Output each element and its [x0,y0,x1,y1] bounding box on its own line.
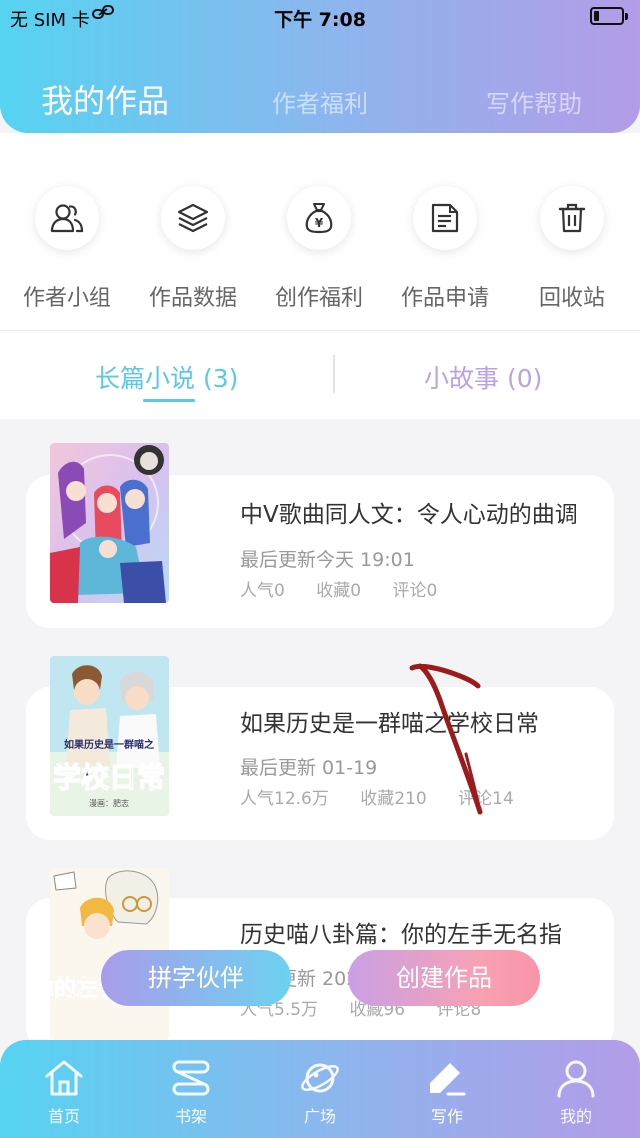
quick-label: 作品申请 [400,286,489,311]
writing-partner-button[interactable]: 拼字伙伴 [101,950,291,1006]
work-update-time: 最后更新今天 19:01 [240,549,415,571]
app-header: 无 SIM 卡 下午 7:08 我的作品 作者福利 写作帮助 [0,0,640,133]
active-tab-indicator [143,399,195,402]
stat-favorites: 收藏210 [360,789,427,809]
quick-work-apply[interactable]: 作品申请 [382,186,508,312]
bookshelf-icon [170,1058,212,1098]
tab-short-stories[interactable]: 小故事 (0) [424,359,542,395]
status-bar: 无 SIM 卡 下午 7:08 [0,0,640,34]
nav-label: 书架 [174,1107,207,1126]
layers-icon [161,186,225,250]
quick-author-group[interactable]: 作者小组 [4,186,130,312]
quick-actions-panel: 作者小组 作品数据 ¥ 创作福利 作品申请 回收站 [0,133,640,331]
nav-plaza[interactable]: 广场 [280,1058,360,1127]
quick-label: 作者小组 [22,286,111,311]
nav-write[interactable]: 写作 [407,1058,487,1127]
nav-home[interactable]: 首页 [24,1058,104,1127]
stat-comments: 评论0 [392,581,438,601]
quick-work-data[interactable]: 作品数据 [130,186,256,312]
create-work-button[interactable]: 创建作品 [348,950,540,1006]
user-icon [555,1058,597,1098]
people-icon [35,186,99,250]
stat-comments: 评论14 [458,789,514,809]
stat-favorites: 收藏0 [316,581,362,601]
home-icon [43,1058,85,1098]
work-title: 中Ⅴ歌曲同人文：令人心动的曲调 [240,502,578,528]
nav-me[interactable]: 我的 [536,1058,616,1127]
quick-label: 创作福利 [274,286,363,311]
work-cover[interactable] [50,443,169,603]
tab-my-works[interactable]: 我的作品 [41,76,169,122]
quick-creation-welfare[interactable]: ¥ 创作福利 [256,186,382,312]
cover-author: 漫画：肥志 [89,798,129,808]
tab-writing-help[interactable]: 写作帮助 [486,84,582,119]
work-title: 历史喵八卦篇：你的左手无名指 [240,922,562,948]
nav-bookshelf[interactable]: 书架 [151,1058,231,1127]
quick-recycle-bin[interactable]: 回收站 [509,186,635,312]
work-stats: 人气12.6万 收藏210 评论14 [240,784,514,809]
nav-label: 写作 [430,1107,463,1126]
segment-divider [333,355,335,393]
svg-text:¥: ¥ [315,216,324,230]
status-time: 下午 7:08 [274,9,366,31]
cover-title: 学校日常 [53,761,165,794]
battery-level [594,11,599,21]
battery-icon [590,7,628,25]
nav-label: 广场 [303,1107,336,1126]
money-bag-icon: ¥ [287,186,351,250]
work-title: 如果历史是一群喵之学校日常 [240,711,539,737]
planet-icon [299,1058,341,1098]
document-icon [413,186,477,250]
tab-author-welfare[interactable]: 作者福利 [272,84,368,119]
stat-popularity: 人气0 [240,581,285,601]
cover-subtitle: 如果历史是一群喵之 [64,738,154,751]
quick-label: 作品数据 [148,286,237,311]
pen-icon [426,1058,468,1098]
nav-label: 首页 [47,1107,80,1126]
work-cover[interactable]: 如果历史是一群喵之 学校日常 漫画：肥志 [50,656,169,816]
work-stats: 人气0 收藏0 评论0 [240,576,437,601]
tab-novels[interactable]: 长篇小说 (3) [95,359,238,395]
trash-icon [540,186,604,250]
work-update-time: 最后更新 01-19 [240,757,378,779]
stat-popularity: 人气12.6万 [240,789,329,809]
quick-label: 回收站 [538,286,605,311]
nav-label: 我的 [559,1107,592,1126]
work-type-segment: 长篇小说 (3) 小故事 (0) [0,331,640,419]
bottom-nav: 首页 书架 广场 写作 我的 [0,1040,640,1138]
